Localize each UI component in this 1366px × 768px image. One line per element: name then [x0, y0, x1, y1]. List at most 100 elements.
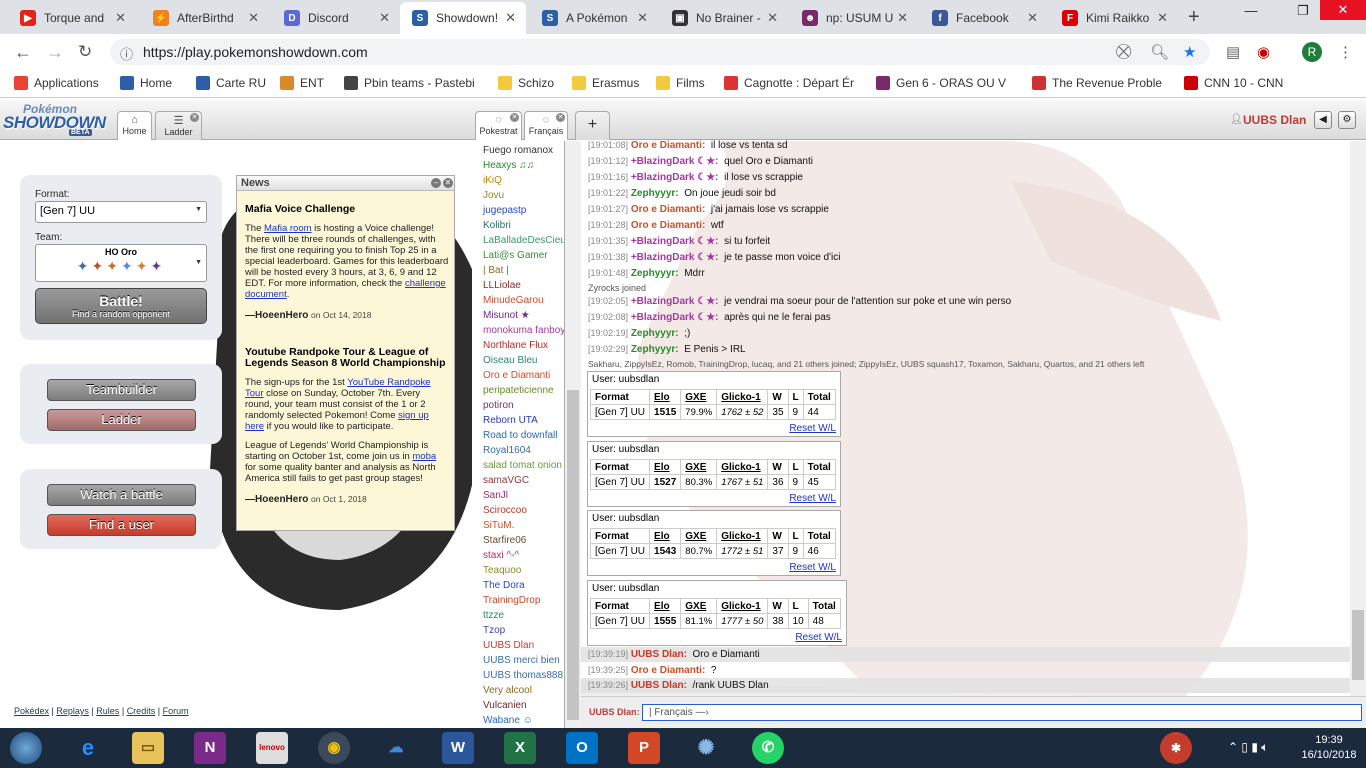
userlist-item[interactable]: Road to downfall: [483, 430, 558, 441]
bookmark-item[interactable]: CNN 10 - CNN: [1184, 76, 1283, 90]
extension-icon[interactable]: ◉: [1257, 43, 1270, 61]
close-tab-icon[interactable]: ✕: [1157, 10, 1168, 26]
chat-username[interactable]: Oro e Diamanti:: [631, 140, 705, 151]
chat-username[interactable]: Zephyyyr:: [631, 328, 679, 339]
bookmark-item[interactable]: Carte RU: [196, 76, 266, 90]
profile-avatar[interactable]: R: [1302, 42, 1322, 62]
word-icon[interactable]: W: [442, 732, 474, 764]
userlist-item[interactable]: Wabane ☺: [483, 715, 533, 726]
userlist-item[interactable]: Teaquoo: [483, 565, 521, 576]
current-username[interactable]: UUBS Dlan: [1243, 113, 1306, 127]
tab-pokestrat[interactable]: ◌ Pokestrat ✕: [475, 111, 522, 140]
bookmark-item[interactable]: Gen 6 - ORAS OU Via: [876, 76, 1006, 90]
browser-tab[interactable]: F Kimi Raikko ✕: [1050, 2, 1178, 34]
bookmark-item[interactable]: Schizo: [498, 76, 554, 90]
reset-wl-link[interactable]: Reset W/L: [789, 423, 836, 434]
news-link[interactable]: Mafia room: [264, 223, 312, 234]
file-explorer-icon[interactable]: ▭: [132, 732, 164, 764]
userlist-item[interactable]: UUBS thomas888: [483, 670, 563, 681]
teambuilder-button[interactable]: Teambuilder: [47, 379, 196, 401]
close-tab-icon[interactable]: ✕: [248, 10, 259, 26]
info-icon[interactable]: ⓘ: [120, 44, 133, 63]
chat-username[interactable]: Oro e Diamanti:: [631, 220, 705, 231]
minimize-icon[interactable]: –: [431, 178, 441, 188]
chat-username[interactable]: Zephyyyr:: [631, 188, 679, 199]
close-tab-icon[interactable]: ✕: [505, 10, 516, 26]
bookmark-item[interactable]: Home: [120, 76, 172, 90]
bookmark-item[interactable]: ENT: [280, 76, 324, 90]
chat-username[interactable]: +BlazingDark ☾★:: [631, 156, 719, 167]
zoom-icon[interactable]: 🔍︎: [1150, 43, 1169, 61]
browser-tab[interactable]: D Discord ✕: [272, 2, 400, 34]
onenote-icon[interactable]: N: [194, 732, 226, 764]
userlist-item[interactable]: Oro e Diamanti: [483, 370, 550, 381]
userlist-item[interactable]: Fuego romanox: [483, 145, 553, 156]
userlist-item[interactable]: samaVGC: [483, 475, 529, 486]
footer-link-credits[interactable]: Credits: [127, 706, 156, 716]
back-icon[interactable]: ←: [14, 42, 32, 63]
userlist-item[interactable]: Oiseau Bleu: [483, 355, 537, 366]
internet-explorer-icon[interactable]: e: [72, 732, 104, 764]
battle-button[interactable]: Battle! Find a random opponent: [35, 288, 207, 324]
userlist-item[interactable]: UUBS Dlan: [483, 640, 534, 651]
userlist-item[interactable]: The Dora: [483, 580, 525, 591]
close-icon[interactable]: ✕: [556, 113, 565, 122]
new-tab-button[interactable]: +: [1188, 6, 1200, 29]
close-tab-icon[interactable]: ✕: [897, 10, 908, 26]
userlist-item[interactable]: Misunot ★: [483, 310, 530, 321]
whatsapp-icon[interactable]: ✆: [752, 732, 784, 764]
userlist-item[interactable]: Sciroccoo: [483, 505, 527, 516]
userlist-item[interactable]: Starfire06: [483, 535, 526, 546]
close-icon[interactable]: ✕: [510, 113, 519, 122]
userlist-item[interactable]: Lati@s Gamer: [483, 250, 548, 261]
userlist-item[interactable]: Northlane Flux: [483, 340, 548, 351]
outlook-icon[interactable]: O: [566, 732, 598, 764]
chrome-icon[interactable]: ◉: [318, 732, 350, 764]
close-tab-icon[interactable]: ✕: [767, 10, 778, 26]
reload-icon[interactable]: ↻: [78, 42, 92, 62]
news-link[interactable]: moba: [412, 451, 436, 462]
chat-username[interactable]: +BlazingDark ☾★:: [631, 236, 719, 247]
userlist-item[interactable]: MinudeGarou: [483, 295, 544, 306]
userlist-item[interactable]: Kolibri: [483, 220, 511, 231]
bookmark-star-icon[interactable]: ★: [1183, 43, 1196, 61]
userlist-item[interactable]: Reborn UTA: [483, 415, 538, 426]
footer-link-forum[interactable]: Forum: [163, 706, 189, 716]
userlist-item[interactable]: Vulcanien: [483, 700, 527, 711]
userlist-item[interactable]: monokuma fanboy: [483, 325, 564, 336]
close-tab-icon[interactable]: ✕: [379, 10, 390, 26]
close-tab-icon[interactable]: ✕: [115, 10, 126, 26]
userlist-scroll-thumb[interactable]: [567, 390, 579, 720]
footer-link-pokedex[interactable]: Pokédex: [14, 706, 49, 716]
forward-icon[interactable]: →: [46, 42, 64, 63]
userlist-item[interactable]: Jovu: [483, 190, 504, 201]
bookmark-item[interactable]: Pbin teams - Pastebi: [344, 76, 474, 90]
browser-tab[interactable]: ▶ Torque and ✕: [8, 2, 136, 34]
tab-francais[interactable]: ◌ Français ✕: [524, 111, 568, 140]
userlist-item[interactable]: | Bat |: [483, 265, 509, 276]
userlist-item[interactable]: ttzze: [483, 610, 504, 621]
settings-gear-icon[interactable]: ⚙: [1338, 111, 1356, 129]
close-tab-icon[interactable]: ✕: [1027, 10, 1038, 26]
app-icon[interactable]: ✺: [690, 732, 722, 764]
close-icon[interactable]: ✕: [190, 113, 199, 122]
userlist-item[interactable]: SiTuM.: [483, 520, 514, 531]
notification-app-icon[interactable]: ✱: [1160, 732, 1192, 764]
team-select[interactable]: HO Oro ✦✦✦✦✦✦ ▼: [35, 244, 207, 282]
chat-username[interactable]: Oro e Diamanti:: [631, 665, 705, 676]
tab-home[interactable]: ⌂ Home: [117, 111, 152, 140]
sound-icon[interactable]: ◀: [1314, 111, 1332, 129]
watch-battle-button[interactable]: Watch a battle: [47, 484, 196, 506]
reset-wl-link[interactable]: Reset W/L: [789, 562, 836, 573]
userlist-item[interactable]: staxi ^-^: [483, 550, 519, 561]
browser-tab[interactable]: SA Pokémon ✕: [530, 2, 658, 34]
bookmark-item[interactable]: Applications: [14, 76, 99, 90]
format-select[interactable]: [Gen 7] UU ▼: [35, 201, 207, 223]
chat-scroll-thumb[interactable]: [1352, 610, 1364, 680]
bookmark-item[interactable]: Cagnotte : Départ Éra: [724, 76, 854, 90]
chat-username[interactable]: +BlazingDark ☾★:: [631, 252, 719, 263]
weather-icon[interactable]: ☁: [380, 732, 412, 764]
close-window-button[interactable]: ✕: [1320, 0, 1366, 20]
bookmark-item[interactable]: Films: [656, 76, 705, 90]
userlist-item[interactable]: LaBalladeDesCieu: [483, 235, 564, 246]
